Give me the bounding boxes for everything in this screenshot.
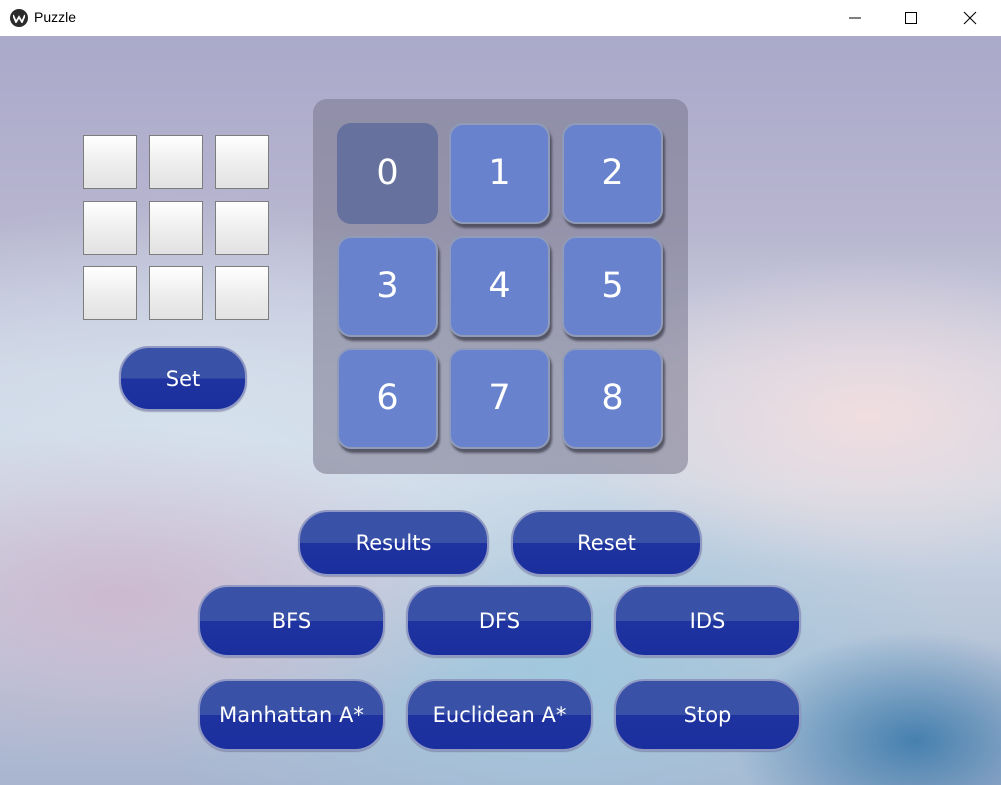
euclidean-astar-button-label: Euclidean A* [432, 703, 567, 727]
input-cell-3[interactable] [215, 135, 269, 189]
tile-label: 3 [376, 265, 399, 306]
tile-label: 6 [376, 377, 399, 418]
board-tile-0[interactable]: 0 [337, 123, 438, 224]
board-tile-6[interactable]: 6 [337, 348, 438, 449]
input-cell-9[interactable] [215, 266, 269, 320]
stop-button-label: Stop [683, 703, 732, 727]
window-title: Puzzle [34, 9, 77, 25]
board-tile-7[interactable]: 7 [449, 348, 550, 449]
board-tile-2[interactable]: 2 [562, 123, 663, 224]
manhattan-astar-button-label: Manhattan A* [219, 703, 364, 727]
bfs-button[interactable]: BFS [198, 585, 385, 657]
puzzle-board: 0 1 2 3 4 5 6 7 8 [313, 99, 688, 474]
dfs-button[interactable]: DFS [406, 585, 593, 657]
set-button[interactable]: Set [119, 346, 247, 411]
tile-label: 7 [488, 377, 511, 418]
tile-label: 5 [601, 265, 624, 306]
board-tile-8[interactable]: 8 [562, 348, 663, 449]
manhattan-astar-button[interactable]: Manhattan A* [198, 679, 385, 751]
input-cell-4[interactable] [83, 201, 137, 255]
tile-label: 1 [488, 152, 511, 193]
stop-button[interactable]: Stop [614, 679, 801, 751]
title-bar: Puzzle [0, 0, 1001, 36]
close-button[interactable] [941, 0, 999, 36]
app-area: Set 0 1 2 3 4 5 6 7 8 Results Reset BFS … [0, 36, 1001, 785]
input-cell-5[interactable] [149, 201, 203, 255]
reset-button-label: Reset [577, 531, 636, 555]
results-button[interactable]: Results [298, 510, 489, 576]
minimize-button[interactable] [826, 0, 884, 36]
euclidean-astar-button[interactable]: Euclidean A* [406, 679, 593, 751]
dfs-button-label: DFS [478, 609, 521, 633]
tile-label: 8 [601, 377, 624, 418]
board-tile-1[interactable]: 1 [449, 123, 550, 224]
ids-button-label: IDS [689, 609, 726, 633]
maximize-button[interactable] [882, 0, 940, 36]
tile-label: 4 [488, 265, 511, 306]
app-icon [10, 9, 28, 27]
tile-label: 2 [601, 152, 624, 193]
board-tile-3[interactable]: 3 [337, 236, 438, 337]
input-cell-1[interactable] [83, 135, 137, 189]
results-button-label: Results [355, 531, 432, 555]
input-cell-8[interactable] [149, 266, 203, 320]
set-button-label: Set [165, 366, 201, 391]
minimize-icon [849, 17, 861, 19]
board-tile-5[interactable]: 5 [562, 236, 663, 337]
tile-label: 0 [376, 152, 399, 193]
input-cell-7[interactable] [83, 266, 137, 320]
close-icon [963, 11, 977, 25]
maximize-icon [905, 12, 917, 24]
reset-button[interactable]: Reset [511, 510, 702, 576]
ids-button[interactable]: IDS [614, 585, 801, 657]
input-cell-6[interactable] [215, 201, 269, 255]
bfs-button-label: BFS [271, 609, 312, 633]
board-tile-4[interactable]: 4 [449, 236, 550, 337]
input-cell-2[interactable] [149, 135, 203, 189]
